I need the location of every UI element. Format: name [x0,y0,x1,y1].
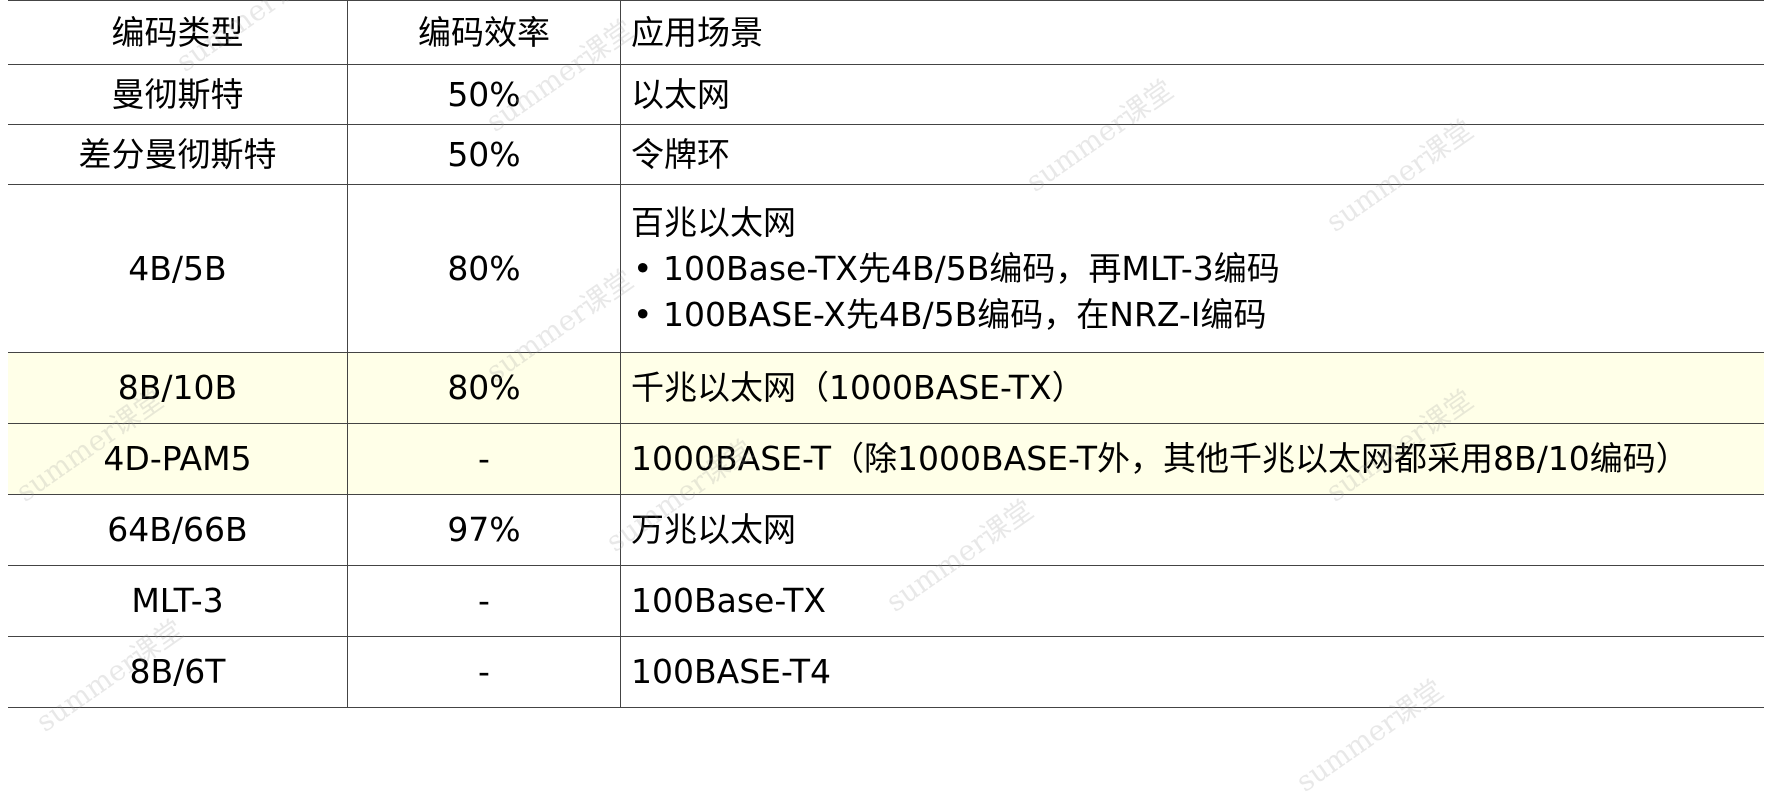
table-row: MLT-3 - 100Base-TX [8,565,1764,637]
cell-encoding-type: 曼彻斯特 [8,64,348,125]
table-row: 差分曼彻斯特 50% 令牌环 [8,124,1764,185]
cell-efficiency: - [347,423,621,495]
cell-scenario: 千兆以太网（1000BASE-TX） [620,352,1764,424]
header-encoding-efficiency: 编码效率 [347,0,621,65]
cell-encoding-type: MLT-3 [8,565,348,637]
header-application-scenario: 应用场景 [620,0,1764,65]
cell-scenario: 百兆以太网 100Base-TX先4B/5B编码，再MLT-3编码 100BAS… [620,184,1764,353]
cell-encoding-type: 64B/66B [8,494,348,566]
cell-efficiency: 50% [347,64,621,125]
cell-efficiency: 97% [347,494,621,566]
cell-efficiency: - [347,636,621,708]
cell-encoding-type: 8B/6T [8,636,348,708]
cell-efficiency: 80% [347,184,621,353]
cell-scenario: 1000BASE-T（除1000BASE-T外，其他千兆以太网都采用8B/10编… [620,423,1764,495]
cell-scenario: 100Base-TX [620,565,1764,637]
cell-scenario: 以太网 [620,64,1764,125]
table-row-highlighted: 4D-PAM5 - 1000BASE-T（除1000BASE-T外，其他千兆以太… [8,423,1764,495]
bullet-item: 100BASE-X先4B/5B编码，在NRZ-I编码 [631,292,1764,338]
table-row: 4B/5B 80% 百兆以太网 100Base-TX先4B/5B编码，再MLT-… [8,184,1764,353]
cell-efficiency: 50% [347,124,621,185]
scenario-title: 百兆以太网 [631,202,796,242]
cell-efficiency: 80% [347,352,621,424]
cell-encoding-type: 差分曼彻斯特 [8,124,348,185]
cell-scenario: 令牌环 [620,124,1764,185]
cell-encoding-type: 4D-PAM5 [8,423,348,495]
cell-encoding-type: 8B/10B [8,352,348,424]
cell-efficiency: - [347,565,621,637]
header-encoding-type: 编码类型 [8,0,348,65]
cell-encoding-type: 4B/5B [8,184,348,353]
table-row: 8B/6T - 100BASE-T4 [8,636,1764,708]
bullet-item: 100Base-TX先4B/5B编码，再MLT-3编码 [631,246,1764,292]
table-row-highlighted: 8B/10B 80% 千兆以太网（1000BASE-TX） [8,352,1764,424]
cell-scenario: 100BASE-T4 [620,636,1764,708]
cell-scenario: 万兆以太网 [620,494,1764,566]
table-row: 曼彻斯特 50% 以太网 [8,64,1764,125]
table-row: 64B/66B 97% 万兆以太网 [8,494,1764,566]
scenario-bullet-list: 100Base-TX先4B/5B编码，再MLT-3编码 100BASE-X先4B… [631,246,1764,338]
encoding-table: 编码类型 编码效率 应用场景 曼彻斯特 50% 以太网 差分曼彻斯特 50% 令… [8,0,1764,708]
table-header-row: 编码类型 编码效率 应用场景 [8,0,1764,65]
